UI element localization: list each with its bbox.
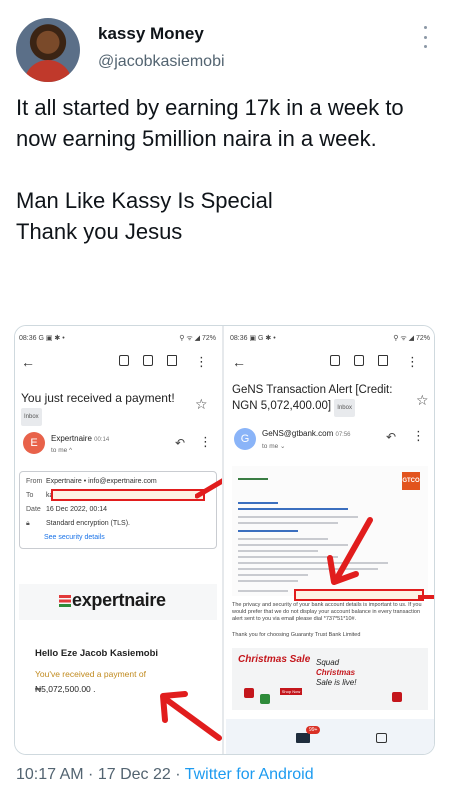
detail-from: From Expertnaire • info@expertnaire.com [26, 478, 157, 485]
greeting: Hello Eze Jacob Kasiemobi [35, 648, 159, 659]
tweet-datetime[interactable]: 10:17 AM · 17 Dec 22 · [16, 766, 185, 783]
sender-menu-icon: ⋮ [199, 434, 212, 449]
sent-time: 00:14 [94, 437, 110, 443]
delete-icon [143, 355, 153, 366]
meet-tab-icon [376, 733, 387, 743]
subject-text: You just received a payment! [21, 391, 175, 405]
tweet-metadata: 10:17 AM · 17 Dec 22 · Twitter for Andro… [16, 766, 314, 784]
shop-now-button: Shop Now [280, 688, 302, 695]
archive-icon [330, 355, 340, 366]
detail-date: Date 16 Dec 2022, 00:14 [26, 506, 108, 513]
red-arrow-to [195, 478, 222, 499]
to-me-toggle: to me ⌄ [262, 443, 286, 450]
brand-banner: expertnaire [19, 584, 217, 620]
payment-amount: ₦5,072,500.00 . [35, 684, 96, 694]
sender-name: GeNS@gtbank.com 07:56 [262, 429, 351, 438]
sender-avatar: E [23, 432, 45, 454]
source-app-link[interactable]: Twitter for Android [185, 766, 314, 783]
tweet-line-3: Thank you Jesus [16, 219, 183, 244]
status-system-icons: ⚲ ᯤ ◢ 72% [393, 335, 430, 342]
author-name[interactable]: kassy Money [98, 24, 204, 44]
phone-status-bar: 08:36 G ▣ ✱ • ⚲ ᯤ ◢ 72% [15, 334, 222, 348]
overflow-menu-icon: ⋮ [195, 354, 208, 369]
status-time: 08:36 ▣ G ✱ • [230, 335, 276, 342]
tweet-paragraph-1: It all started by earning 17k in a week … [16, 95, 404, 151]
tweet-header: kassy Money @jacobkasiemobi [0, 0, 449, 100]
delete-icon [354, 355, 364, 366]
gtco-logo: GTCO [402, 472, 420, 490]
star-icon: ☆ [416, 392, 429, 408]
reply-icon: ↶ [386, 430, 397, 444]
profile-avatar[interactable] [16, 18, 80, 82]
tweet-line-2: Man Like Kassy Is Special [16, 188, 273, 213]
payment-message: You've received a payment of [35, 669, 146, 679]
phone-status-bar: 08:36 ▣ G ✱ • ⚲ ᯤ ◢ 72% [226, 334, 434, 348]
back-arrow-icon: ← [21, 354, 35, 370]
status-time: 08:36 G ▣ ✱ • [19, 335, 65, 342]
christmas-banner: Christmas Sale Squad Christmas Sale is l… [232, 648, 428, 710]
star-icon: ☆ [195, 396, 208, 412]
mail-icon [378, 355, 388, 366]
email-details-panel: From Expertnaire • info@expertnaire.com … [19, 471, 217, 549]
inbox-label: Inbox [21, 408, 42, 426]
sender-name-text: GeNS@gtbank.com [262, 429, 334, 438]
sender-avatar: G [234, 428, 256, 450]
email-subject: GeNS Transaction Alert [Credit: NGN 5,07… [232, 382, 392, 417]
sender-menu-icon: ⋮ [412, 428, 425, 443]
tweet-text: It all started by earning 17k in a week … [16, 92, 436, 247]
unread-badge: 99+ [306, 726, 321, 734]
mail-tab-icon [296, 733, 310, 743]
overflow-menu-icon: ⋮ [406, 354, 419, 369]
gmail-bottom-nav: 99+ [226, 719, 434, 754]
gift-icon [260, 694, 270, 704]
mail-icon [167, 355, 177, 366]
status-system-icons: ⚲ ᯤ ◢ 72% [179, 335, 216, 342]
lock-icon: 🔒︎ [26, 520, 30, 527]
red-arrow-amount [160, 691, 222, 741]
more-options-icon[interactable] [420, 26, 430, 48]
inbox-label: Inbox [334, 399, 355, 417]
thanks-message: Thank you for choosing Guaranty Trust Ba… [232, 632, 361, 638]
to-me-toggle: to me ^ [51, 447, 73, 454]
gift-icon [244, 688, 254, 698]
detail-encryption: 🔒︎ Standard encryption (TLS). [26, 520, 130, 527]
banner-squad-text: Squad Christmas Sale is live! [316, 658, 357, 687]
subject-line-1: GeNS Transaction Alert [Credit: [232, 384, 393, 396]
media-image-left[interactable]: 08:36 G ▣ ✱ • ⚲ ᯤ ◢ 72% ← ⋮ You just rec… [15, 326, 224, 754]
author-handle[interactable]: @jacobkasiemobi [98, 53, 225, 71]
archive-icon [119, 355, 129, 366]
subject-line-2: NGN 5,072,400.00] [232, 400, 332, 412]
back-arrow-icon: ← [232, 354, 246, 370]
email-toolbar: ← ⋮ [226, 354, 434, 374]
email-toolbar: ← ⋮ [15, 354, 222, 374]
sender-name: Expertnaire 00:14 [51, 434, 109, 443]
security-details-link: See security details [44, 534, 105, 541]
red-arrow-balance [418, 595, 434, 599]
media-image-right[interactable]: 08:36 ▣ G ✱ • ⚲ ᯤ ◢ 72% ← ⋮ GeNS Transac… [226, 326, 434, 754]
expertnaire-logo: expertnaire [59, 590, 166, 611]
sender-name-text: Expertnaire [51, 434, 92, 443]
banner-christmas-sale: Christmas Sale [238, 654, 311, 665]
reply-icon: ↶ [175, 436, 186, 450]
sent-time: 07:56 [335, 432, 351, 438]
gift-icon [392, 692, 402, 702]
red-arrow-credit [327, 517, 373, 585]
redacted-balance-box [294, 589, 424, 601]
redacted-email-box [51, 489, 205, 501]
privacy-notice: The privacy and security of your bank ac… [232, 602, 422, 622]
tweet-media[interactable]: 08:36 G ▣ ✱ • ⚲ ᯤ ◢ 72% ← ⋮ You just rec… [14, 325, 435, 755]
email-subject: You just received a payment! Inbox [21, 390, 175, 426]
